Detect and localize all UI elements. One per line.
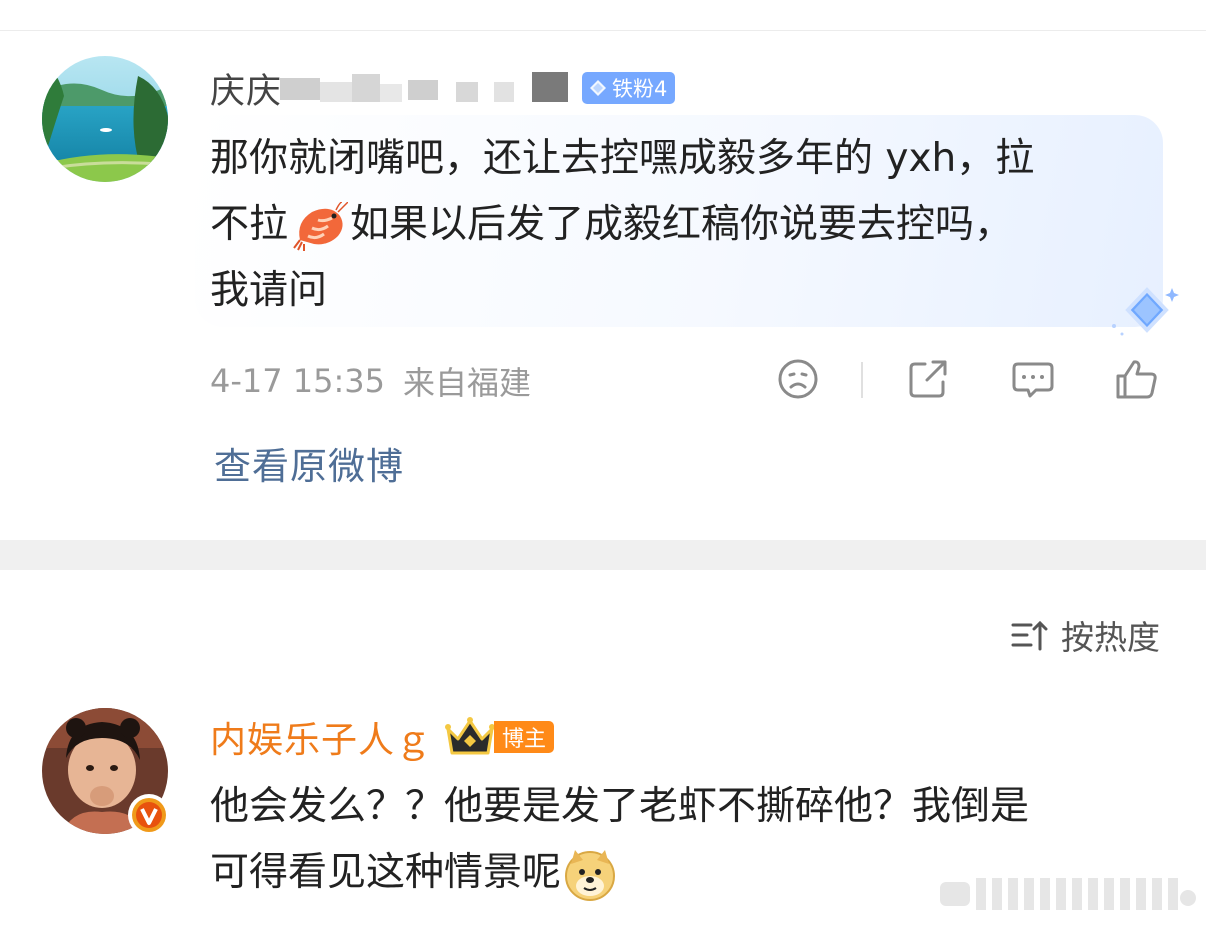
shrimp-emoji-icon	[293, 201, 349, 251]
dislike-icon	[778, 359, 818, 399]
comment-button[interactable]	[1010, 356, 1056, 402]
comment2-username-row: 内娱乐子人ｇ 博主	[210, 711, 555, 763]
blogger-badge: 博主	[494, 721, 555, 753]
doge-emoji-icon	[565, 849, 616, 901]
verified-v-icon	[132, 798, 166, 832]
crown-icon	[445, 717, 496, 755]
fan-level-badge: 铁粉4	[582, 72, 676, 104]
section-divider	[0, 540, 1206, 570]
dislike-button[interactable]	[775, 356, 821, 402]
timestamp: 4-17 15:35	[210, 362, 386, 400]
comment-icon	[1012, 362, 1054, 398]
lake-landscape-avatar-image	[42, 56, 168, 182]
sort-icon	[1011, 620, 1048, 651]
comment-text-line: 不拉 如果以后发了成毅红稿你说要去控吗，	[210, 192, 1150, 258]
share-button[interactable]	[905, 356, 951, 402]
username[interactable]: 庆庆	[210, 63, 282, 114]
comment-meta: 4-17 15:35 来自福建	[210, 358, 531, 404]
sort-label: 按热度	[1061, 618, 1160, 657]
fan-badge-label: 铁粉4	[612, 77, 668, 101]
comment-text-segment: 如果以后发了成毅红稿你说要去控吗，	[350, 202, 1014, 247]
comment-text-line: 那你就闭嘴吧，还让去控嘿成毅多年的 yxh，拉	[210, 136, 1035, 181]
like-icon	[1116, 360, 1157, 399]
avatar[interactable]	[42, 56, 168, 182]
view-original-weibo-link[interactable]: 查看原微博	[214, 436, 404, 490]
diamond-icon	[590, 80, 607, 96]
comment-text-line: 他会发么？？他要是发了老虾不撕碎他？我倒是	[210, 784, 1030, 829]
sort-toggle[interactable]: 按热度	[1009, 612, 1160, 658]
comment-text: 那你就闭嘴吧，还让去控嘿成毅多年的 yxh，拉 不拉 如果以后发了成毅红稿你说要…	[210, 126, 1150, 324]
location: 来自福建	[403, 364, 532, 402]
watermark-decoration	[940, 878, 1196, 910]
comment-text-segment: 不拉	[210, 202, 289, 247]
comment-text-line: 我请问	[210, 268, 328, 313]
top-divider	[0, 30, 1206, 31]
share-icon	[909, 360, 947, 398]
comment-text-segment: 可得看见这种情景呢	[210, 850, 562, 895]
username[interactable]: 内娱乐子人ｇ	[210, 711, 432, 763]
comment1-username-row: 庆庆 铁粉4	[210, 63, 676, 114]
action-divider	[861, 362, 863, 398]
like-button[interactable]	[1114, 356, 1160, 402]
verified-badge	[128, 794, 170, 836]
redacted-username-mosaic	[280, 68, 570, 108]
